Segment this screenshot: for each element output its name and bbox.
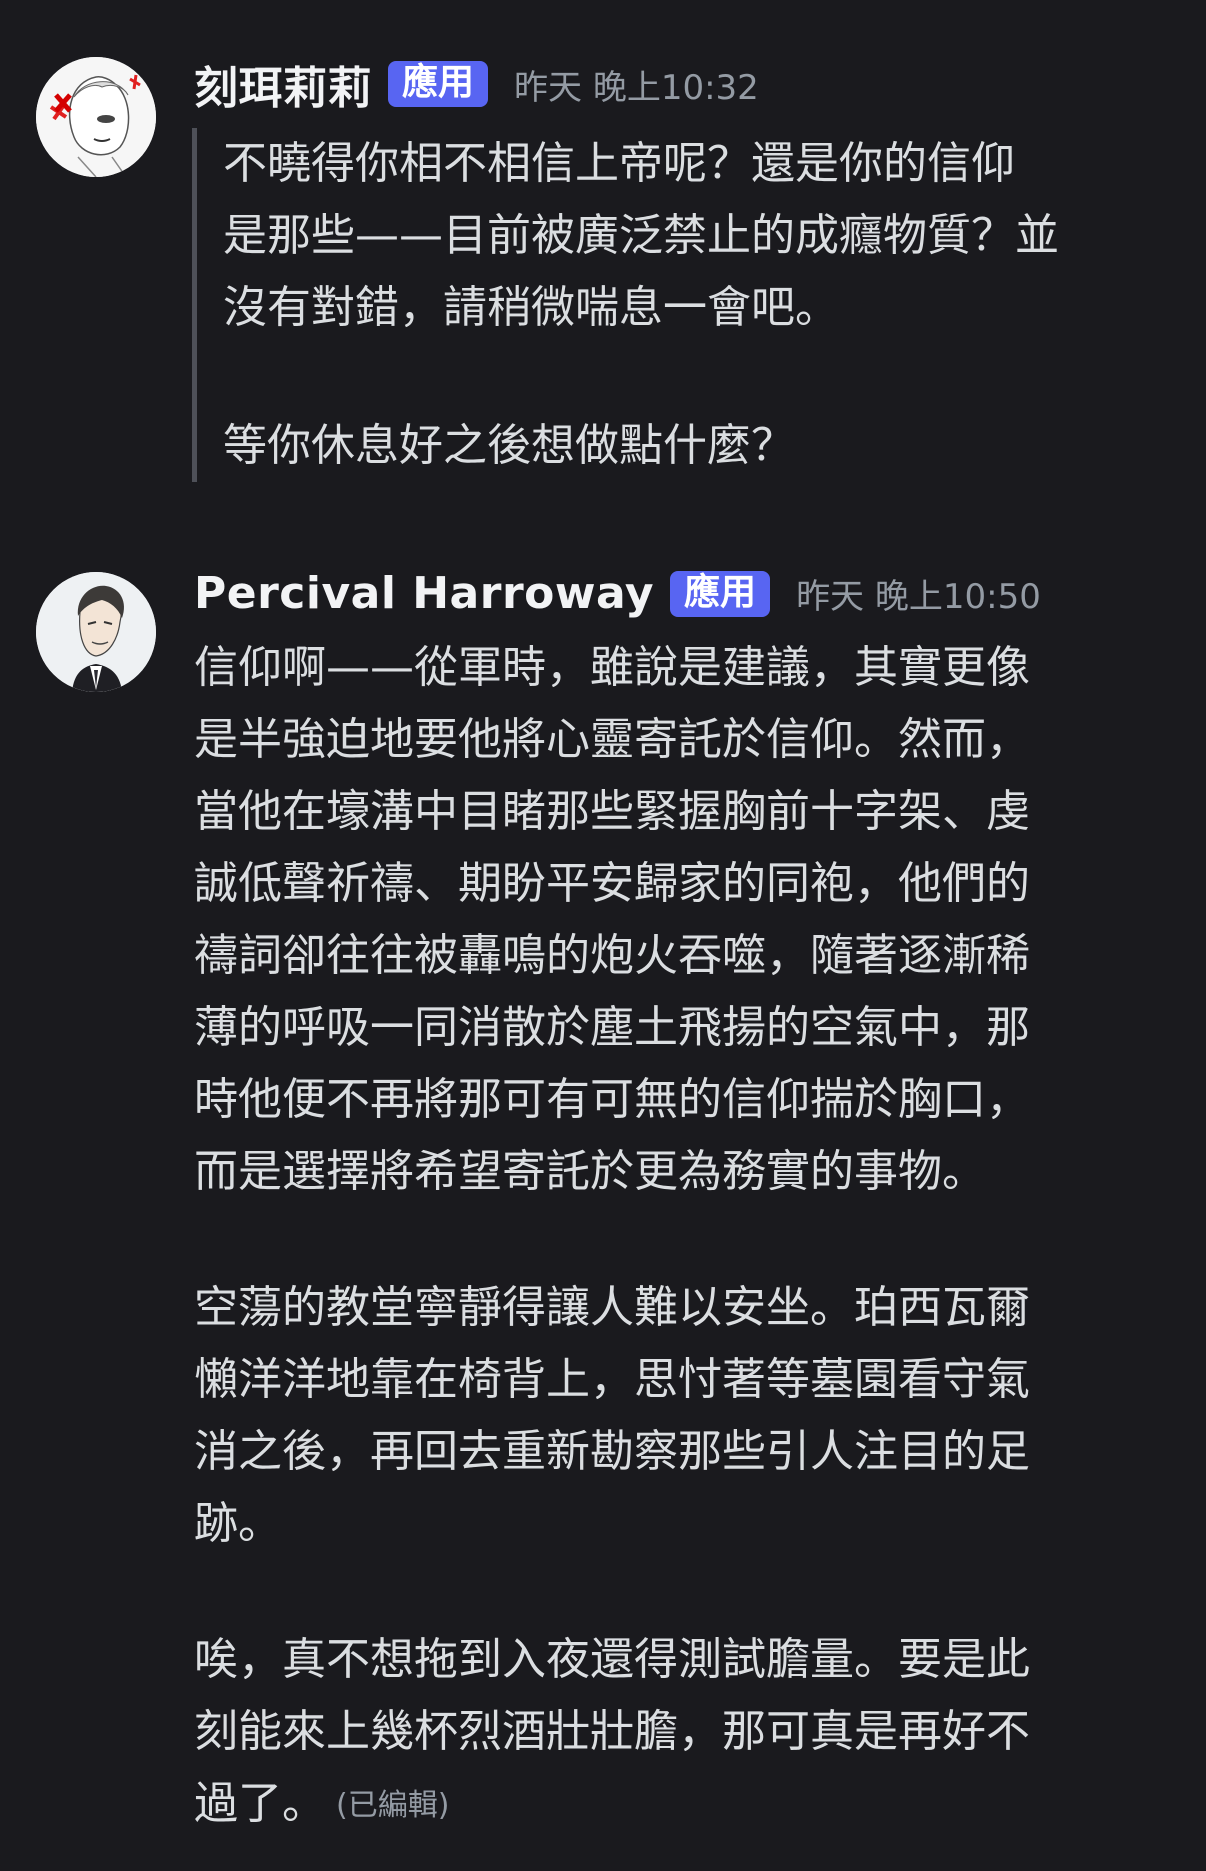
text-line: 是半強迫地要他將心靈寄託於信仰。然而， <box>194 714 1030 765</box>
text-line: 時他便不再將那可有可無的信仰揣於胸口， <box>194 1074 1030 1125</box>
text-line: 懶洋洋地靠在椅背上，思忖著等墓園看守氣 <box>194 1354 1030 1405</box>
message-header: 刻珥莉莉 應用 昨天 晚上10:32 <box>194 52 759 116</box>
text-line: 唉，真不想拖到入夜還得測試膽量。要是此 <box>194 1634 1030 1685</box>
username[interactable]: 刻珥莉莉 <box>194 52 372 116</box>
text-line: 沒有對錯，請稍微喘息一會吧。 <box>223 282 839 333</box>
text-line: 過了。 <box>194 1778 326 1829</box>
username[interactable]: Percival Harroway <box>194 568 654 619</box>
avatar-image <box>36 572 156 692</box>
message-header: Percival Harroway 應用 昨天 晚上10:50 <box>194 568 1041 619</box>
app-badge: 應用 <box>388 61 489 107</box>
text-line: 信仰啊——從軍時，雖說是建議，其實更像 <box>194 642 1030 693</box>
text-line: 空蕩的教堂寧靜得讓人難以安坐。珀西瓦爾 <box>194 1282 1030 1333</box>
timestamp[interactable]: 昨天 晚上10:32 <box>514 60 759 109</box>
text-line: 禱詞卻往往被轟鳴的炮火吞噬，隨著逐漸稀 <box>194 930 1030 981</box>
text-line: 不曉得你相不相信上帝呢？還是你的信仰 <box>223 138 1015 189</box>
avatar[interactable] <box>36 57 156 177</box>
text-line: 跡。 <box>194 1498 282 1549</box>
edited-label: (已編輯) <box>336 1788 450 1823</box>
text-line-last: 過了。 (已編輯) <box>194 1768 1030 1840</box>
text-line: 誠低聲祈禱、期盼平安歸家的同袍，他們的 <box>194 858 1030 909</box>
timestamp[interactable]: 昨天 晚上10:50 <box>796 569 1041 618</box>
text-line: 而是選擇將希望寄託於更為務實的事物。 <box>194 1146 986 1197</box>
message-content: 信仰啊——從軍時，雖說是建議，其實更像 是半強迫地要他將心靈寄託於信仰。然而， … <box>194 632 1030 1840</box>
text-line: 是那些——目前被廣泛禁止的成癮物質？並 <box>223 210 1059 261</box>
text-line: 消之後，再回去重新勘察那些引人注目的足 <box>194 1426 1030 1477</box>
text-line: 刻能來上幾杯烈酒壯壯膽，那可真是再好不 <box>194 1706 1030 1757</box>
app-badge: 應用 <box>670 570 771 617</box>
text-line: 薄的呼吸一同消散於塵土飛揚的空氣中，那 <box>194 1002 1030 1053</box>
text-line: 等你休息好之後想做點什麼？ <box>223 420 795 471</box>
avatar[interactable] <box>36 572 156 692</box>
blockquote: 不曉得你相不相信上帝呢？還是你的信仰 是那些——目前被廣泛禁止的成癮物質？並 沒… <box>192 128 1059 482</box>
avatar-image <box>36 57 156 177</box>
text-line: 當他在壕溝中目睹那些緊握胸前十字架、虔 <box>194 786 1030 837</box>
